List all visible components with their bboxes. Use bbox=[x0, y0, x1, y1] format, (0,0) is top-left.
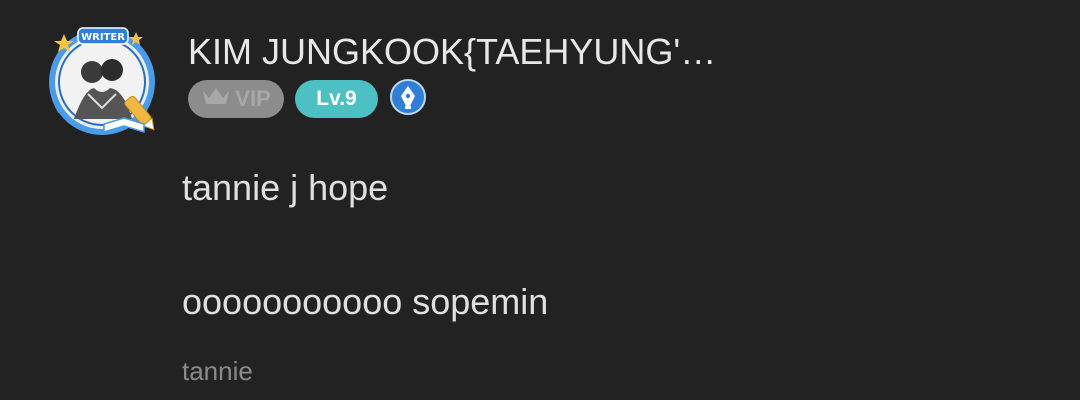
level-badge[interactable]: Lv.9 bbox=[295, 80, 378, 118]
post-line: tannie j hope bbox=[182, 167, 389, 208]
avatar-badge-label: WRITER bbox=[81, 32, 125, 43]
vip-label: VIP bbox=[235, 86, 271, 111]
avatar[interactable]: WRITER bbox=[44, 24, 164, 136]
pen-nib-icon bbox=[389, 78, 427, 121]
post-line: ooooooooooo sopemin bbox=[182, 281, 549, 322]
badge-row: VIP Lv.9 bbox=[188, 78, 427, 121]
post-caption: tannie bbox=[182, 356, 253, 386]
username[interactable]: KIM JUNGKOOK{TAEHYUNG'… bbox=[188, 30, 716, 74]
writer-badge[interactable] bbox=[389, 78, 427, 121]
vip-badge[interactable]: VIP bbox=[188, 80, 284, 118]
crown-icon bbox=[201, 85, 231, 113]
